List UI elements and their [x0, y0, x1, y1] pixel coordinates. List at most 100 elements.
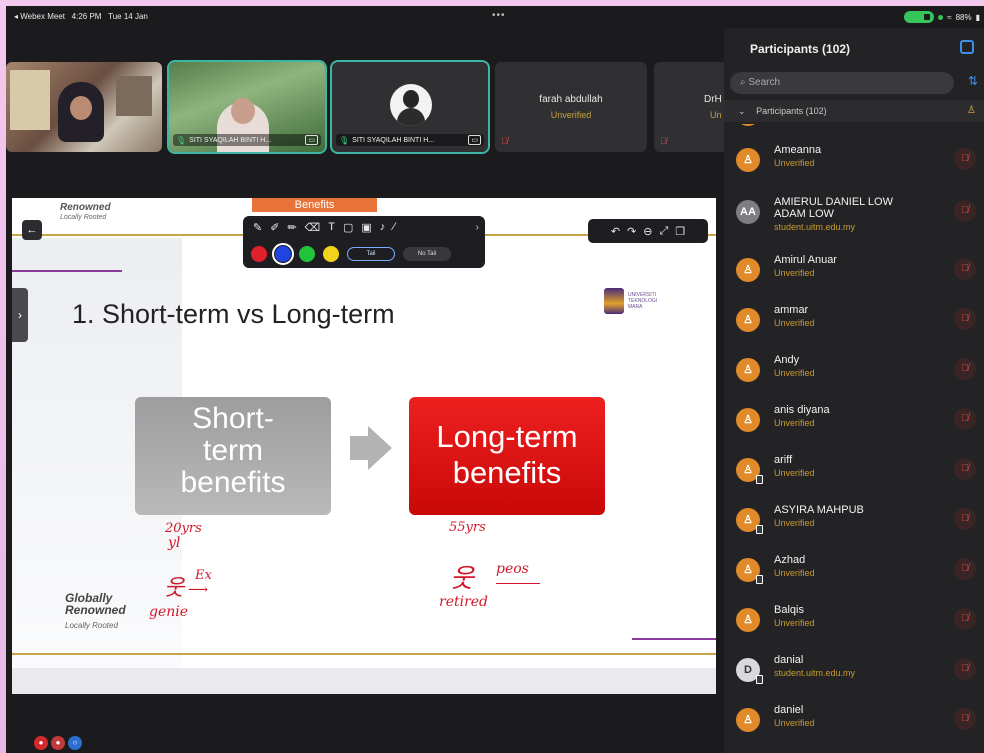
avatar	[390, 84, 432, 126]
participant-row[interactable]: ♙ Azhad Unverified 🎙̸	[724, 552, 984, 600]
guest-avatar-icon: ♙	[736, 508, 763, 534]
pen-icon[interactable]: ✎	[253, 221, 262, 234]
no-tail-option[interactable]: No Tail	[403, 247, 451, 261]
participant-row[interactable]: ♙ Balqis Unverified 🎙̸	[724, 602, 984, 650]
fit-screen-icon[interactable]: ⤢	[659, 225, 668, 238]
guest-avatar-icon: ♙	[736, 458, 763, 484]
participant-row[interactable]: ♙Unverified🎙̸	[724, 124, 984, 144]
status-date: Tue 14 Jan	[108, 12, 148, 21]
color-green-swatch[interactable]	[299, 246, 315, 262]
shape-tool-icon[interactable]: ▢	[343, 221, 353, 234]
guest-avatar-icon: ♙	[736, 708, 760, 732]
video-tile-1[interactable]	[6, 62, 162, 152]
color-red-swatch[interactable]	[251, 246, 267, 262]
next-slide-preview	[12, 668, 716, 694]
eraser-icon[interactable]: ⌫	[305, 221, 321, 234]
back-to-app-link[interactable]: ◂ Webex Meet	[14, 12, 65, 21]
more-tools-chevron-icon[interactable]: ›	[476, 222, 479, 233]
annotation-toolbar: ✎ ✐ ✏ ⌫ T ▢ ▣ ♪ ⁄ › Tail No Tail	[243, 216, 485, 268]
mic-muted-icon: 🎙̸	[501, 136, 508, 146]
participant-status: student.uitm.edu.my	[774, 222, 856, 232]
participant-face	[231, 98, 255, 124]
mic-muted-icon[interactable]: 🎙̸	[954, 308, 976, 330]
mic-on-icon: 🎙	[176, 135, 187, 145]
participant-row[interactable]: ♙ Andy Unverified 🎙̸	[724, 352, 984, 400]
participant-row[interactable]: ♙ ASYIRA MAHPUB Unverified 🎙̸	[724, 502, 984, 550]
mic-muted-icon[interactable]: 🎙̸	[954, 708, 976, 730]
reaction-buttons: ● ● ○	[34, 736, 82, 750]
marker-icon[interactable]: ✐	[270, 221, 279, 234]
guest-avatar-icon: ♙	[736, 608, 760, 632]
host-icon: ♙	[967, 105, 976, 116]
mic-muted-icon[interactable]: 🎙̸	[954, 508, 976, 530]
video-toggle-icon[interactable]: ○	[68, 736, 82, 750]
participant-row[interactable]: ♙ Amirul Anuar Unverified 🎙̸	[724, 252, 984, 300]
mic-muted-icon[interactable]: 🎙̸	[954, 258, 976, 280]
participant-face	[70, 96, 92, 120]
screen-share-icon: ▭	[468, 135, 481, 145]
redo-icon[interactable]: ↷	[627, 225, 636, 238]
tile-namebar: 🎙 SITI SYAQILAH BINTI H... ▭	[336, 134, 484, 146]
image-tool-icon[interactable]: ▣	[361, 221, 371, 234]
shared-slide[interactable]: Renowned Locally Rooted Benefits ← › 1. …	[12, 198, 716, 694]
multitasking-dots-icon[interactable]: •••	[492, 10, 506, 21]
copy-icon[interactable]: ❐	[675, 225, 685, 238]
mic-muted-icon[interactable]: 🎙̸	[954, 358, 976, 380]
mic-muted-icon[interactable]: 🎙̸	[954, 608, 976, 630]
zoom-out-icon[interactable]: ⊖	[643, 225, 652, 238]
mic-tool-icon[interactable]: ♪	[380, 221, 386, 234]
participant-row[interactable]: ♙ ammar Unverified 🎙̸	[724, 302, 984, 350]
status-right: ≈ 88% ▮	[904, 11, 980, 23]
text-tool-icon[interactable]: T	[328, 221, 335, 234]
video-tile-5[interactable]: DrH Un 🎙̸	[654, 62, 734, 152]
wifi-icon: ≈	[947, 12, 952, 22]
background-shelf	[116, 76, 152, 116]
ink-left-yl: yl	[168, 535, 181, 551]
mic-muted-icon[interactable]: 🎙̸	[954, 658, 976, 680]
mic-muted-icon[interactable]: 🎙̸	[954, 408, 976, 430]
ios-status-bar: ◂ Webex Meet 4:26 PM Tue 14 Jan ••• ≈ 88…	[6, 6, 984, 28]
mic-muted-icon[interactable]: 🎙̸	[954, 200, 976, 222]
participant-name: ammar	[774, 304, 809, 316]
participant-name: Balqis	[774, 604, 804, 616]
video-tile-3[interactable]: 🎙 SITI SYAQILAH BINTI H... ▭	[330, 60, 490, 154]
participant-name: anis diyana	[774, 404, 830, 416]
color-yellow-swatch[interactable]	[323, 246, 339, 262]
mic-on-icon: 🎙	[339, 135, 350, 145]
screen-share-icon: ▭	[305, 135, 318, 145]
ink-right-retired: retired	[439, 594, 489, 610]
participant-status: Unverified	[774, 718, 815, 728]
avatar: AA	[736, 200, 760, 224]
participant-search-input[interactable]: ⌕ Search	[730, 72, 954, 94]
participant-row[interactable]: ♙ Ameanna Unverified 🎙̸	[724, 142, 984, 190]
mic-muted-icon[interactable]: 🎙̸	[954, 148, 976, 170]
leave-meeting-icon[interactable]: ●	[34, 736, 48, 750]
popout-icon[interactable]	[960, 40, 974, 54]
highlighter-icon[interactable]: ✏	[287, 221, 296, 234]
participants-group-header[interactable]: ⌄ Participants (102) ♙	[724, 100, 984, 122]
participant-row[interactable]: Ddanial student.uitm.edu.my 🎙̸	[724, 652, 984, 700]
participant-status: Unverified	[774, 318, 815, 328]
mic-muted-icon[interactable]: 🎙̸	[954, 558, 976, 580]
participant-name: ariff	[774, 454, 793, 466]
participant-row[interactable]: AA AMIERUL DANIEL LOW ADAM LOW student.uit…	[724, 194, 984, 242]
participant-row[interactable]: ♙ ariff Unverified 🎙̸	[724, 452, 984, 500]
mute-toggle-icon[interactable]: ●	[51, 736, 65, 750]
long-term-box: Long-term benefits	[409, 397, 605, 515]
back-arrow-icon[interactable]: ←	[22, 220, 42, 240]
participant-name: Azhad	[774, 554, 806, 566]
color-blue-swatch[interactable]	[272, 243, 294, 265]
undo-icon[interactable]: ↶	[611, 225, 620, 238]
mic-muted-icon[interactable]: 🎙̸	[954, 458, 976, 480]
laser-pointer-icon[interactable]: ⁄	[393, 221, 395, 234]
guest-avatar-icon: ♙	[736, 148, 760, 172]
sort-icon[interactable]: ⇅	[968, 74, 978, 88]
participant-status: Unverified	[774, 468, 815, 478]
participant-row[interactable]: ♙ daniel Unverified 🎙̸	[724, 702, 984, 750]
video-tile-4[interactable]: farah abdullah Unverified 🎙̸	[495, 62, 647, 152]
expand-panel-chevron-icon[interactable]: ›	[12, 288, 28, 342]
participant-row[interactable]: ♙ anis diyana Unverified 🎙̸	[724, 402, 984, 450]
video-tile-2[interactable]: 🎙 SITI SYAQILAH BINTI H... ▭	[167, 60, 327, 154]
slide-globally-renowned: Globally Renowned	[65, 591, 126, 617]
line-tail-option[interactable]: Tail	[347, 247, 395, 261]
